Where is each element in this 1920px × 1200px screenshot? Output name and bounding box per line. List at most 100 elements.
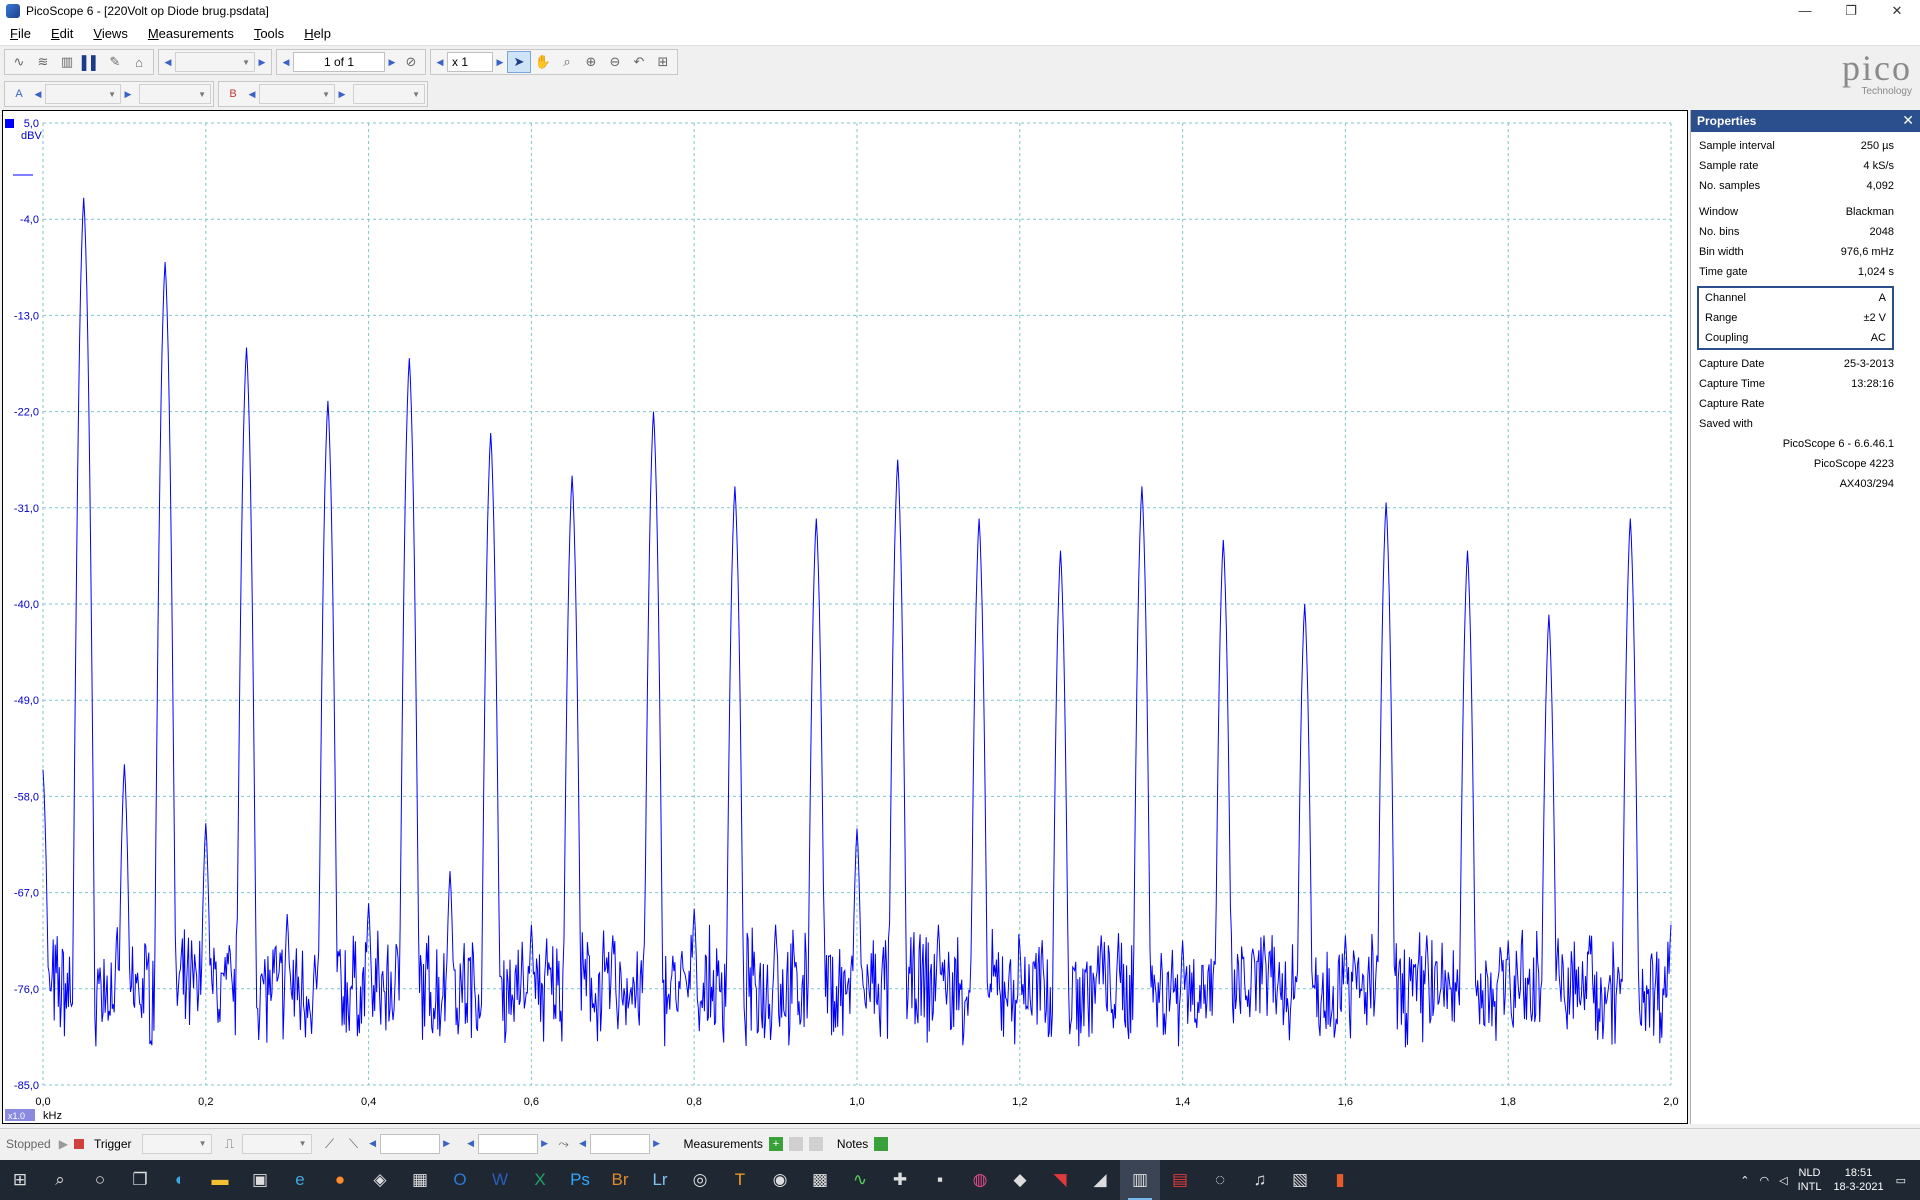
app-icon-10[interactable]: ◆	[1000, 1160, 1040, 1200]
excel-icon[interactable]: X	[520, 1160, 560, 1200]
spectrum-chart[interactable]: 5,0 -4,0 -13,0 -22,0 -31,0 -40,0 -49,0 -58,0 -67…	[3, 111, 1687, 1123]
app-icon-12[interactable]: ◢	[1080, 1160, 1120, 1200]
zoom-in-icon[interactable]: ⊕	[579, 51, 603, 73]
pretrigger-prev[interactable]: ◀	[464, 1133, 478, 1155]
delay-prev[interactable]: ◀	[576, 1133, 590, 1155]
delete-measurement-icon[interactable]	[808, 1136, 823, 1151]
app-icon-7[interactable]: ✚	[880, 1160, 920, 1200]
channel-a-label[interactable]: A	[7, 83, 31, 105]
advanced-trigger-icon[interactable]: ⎍	[218, 1133, 242, 1155]
start-icon[interactable]: ▶	[59, 1137, 68, 1151]
channel-b-coupling-dropdown[interactable]: ▼	[353, 84, 425, 104]
zoom-next-arrow[interactable]: ▶	[493, 51, 507, 73]
hand-tool-icon[interactable]: ✋	[531, 51, 555, 73]
zoom-factor-field[interactable]: x 1	[447, 52, 493, 72]
timebase-dropdown[interactable]: ▼	[175, 52, 255, 72]
photoshop-icon[interactable]: Ps	[560, 1160, 600, 1200]
channel-a-range-next-arrow[interactable]: ▶	[121, 83, 135, 105]
spectrum-active-icon[interactable]: ▌▌	[79, 51, 103, 73]
app-icon-8[interactable]: ▪	[920, 1160, 960, 1200]
channel-a-ruler-marker[interactable]	[5, 119, 14, 128]
app-icon-3[interactable]: T	[720, 1160, 760, 1200]
app-icon-6[interactable]: ∿	[840, 1160, 880, 1200]
app-icon-2[interactable]: ◎	[680, 1160, 720, 1200]
delay-field[interactable]	[589, 1133, 650, 1154]
menu-file[interactable]: File	[10, 26, 31, 41]
calculator-icon[interactable]: ▦	[400, 1160, 440, 1200]
app-icon-11[interactable]: ◥	[1040, 1160, 1080, 1200]
notification-icon[interactable]: ▭	[1896, 1174, 1906, 1187]
app-icon-4[interactable]: ◉	[760, 1160, 800, 1200]
edit-measurement-icon[interactable]	[788, 1136, 803, 1151]
app-icon-9[interactable]: ◍	[960, 1160, 1000, 1200]
notes-icon[interactable]	[874, 1136, 889, 1151]
pretrigger-next[interactable]: ▶	[538, 1133, 552, 1155]
undo-zoom-icon[interactable]: ↶	[627, 51, 651, 73]
task-view-icon[interactable]: ❐	[120, 1160, 160, 1200]
menu-views[interactable]: Views	[93, 26, 127, 41]
trigger-mode-dropdown[interactable]: ▼	[141, 1133, 212, 1154]
delay-next[interactable]: ▶	[650, 1133, 664, 1155]
language-indicator[interactable]: NLD INTL	[1798, 1166, 1822, 1194]
start-menu-icon[interactable]: ⊞	[0, 1160, 40, 1200]
home-icon[interactable]: ⌂	[127, 51, 151, 73]
menu-edit[interactable]: Edit	[51, 26, 73, 41]
channel-a-range-dropdown[interactable]: ▼	[45, 84, 121, 104]
clock[interactable]: 18:51 18-3-2021	[1833, 1166, 1883, 1194]
stop-icon[interactable]	[73, 1138, 84, 1149]
trigger-source-dropdown[interactable]: ▼	[241, 1133, 312, 1154]
trigger-level-prev[interactable]: ◀	[366, 1133, 380, 1155]
trigger-level-field[interactable]	[379, 1133, 440, 1154]
probe-icon[interactable]: ✎	[103, 51, 127, 73]
add-measurement-icon[interactable]: +	[768, 1136, 783, 1151]
scope-mode-icon[interactable]: ∿	[7, 51, 31, 73]
app-icon-5[interactable]: ▩	[800, 1160, 840, 1200]
spectrum-mode-icon[interactable]: ▥	[55, 51, 79, 73]
close-properties-icon[interactable]: ✕	[1902, 112, 1914, 129]
tray-chevron-icon[interactable]: ⌃	[1740, 1174, 1749, 1187]
restore-button[interactable]: ❐	[1828, 0, 1874, 22]
zoom-area-icon[interactable]: ⌕	[555, 51, 579, 73]
app-icon-15[interactable]: ▧	[1280, 1160, 1320, 1200]
store-icon[interactable]: ▣	[240, 1160, 280, 1200]
menu-measurements[interactable]: Measurements	[148, 26, 234, 41]
channel-a-range-prev-arrow[interactable]: ◀	[31, 83, 45, 105]
tray-volume-icon[interactable]: ◁	[1779, 1174, 1787, 1187]
trigger-rising-icon[interactable]: ⟋	[318, 1133, 342, 1155]
app-icon-14[interactable]: ◌	[1200, 1160, 1240, 1200]
cortana-icon[interactable]: ○	[80, 1160, 120, 1200]
channel-b-range-next-arrow[interactable]: ▶	[335, 83, 349, 105]
zoom-out-icon[interactable]: ⊖	[603, 51, 627, 73]
explorer-icon[interactable]: ▬	[200, 1160, 240, 1200]
page-prev-arrow[interactable]: ◀	[279, 51, 293, 73]
lightroom-icon[interactable]: Lr	[640, 1160, 680, 1200]
menu-tools[interactable]: Tools	[254, 26, 284, 41]
channel-b-label[interactable]: B	[221, 83, 245, 105]
trigger-level-next[interactable]: ▶	[440, 1133, 454, 1155]
channel-a-coupling-dropdown[interactable]: ▼	[139, 84, 211, 104]
channel-b-range-dropdown[interactable]: ▼	[259, 84, 335, 104]
zoom-prev-arrow[interactable]: ◀	[433, 51, 447, 73]
app-icon-1[interactable]: ◈	[360, 1160, 400, 1200]
timebase-prev-arrow[interactable]: ◀	[161, 51, 175, 73]
post-trigger-icon[interactable]: ⤳	[552, 1133, 576, 1155]
office-icon[interactable]: ▮	[1320, 1160, 1360, 1200]
ie-icon[interactable]: e	[280, 1160, 320, 1200]
search-icon[interactable]: ⌕	[40, 1160, 80, 1200]
app-icon-13[interactable]: ▤	[1160, 1160, 1200, 1200]
outlook-icon[interactable]: O	[440, 1160, 480, 1200]
spectrum-plot[interactable]: 5,0 -4,0 -13,0 -22,0 -31,0 -40,0 -49,0 -58,0 -67…	[2, 110, 1688, 1124]
page-next-arrow[interactable]: ▶	[385, 51, 399, 73]
edge-icon[interactable]: ◐	[160, 1160, 200, 1200]
navigate-icon[interactable]: ⊘	[399, 51, 423, 73]
word-icon[interactable]: W	[480, 1160, 520, 1200]
picoscope-taskbar-icon[interactable]: ▥	[1120, 1160, 1160, 1200]
trigger-falling-icon[interactable]: ⟍	[342, 1133, 366, 1155]
pretrigger-field[interactable]	[477, 1133, 538, 1154]
menu-help[interactable]: Help	[304, 26, 331, 41]
itunes-icon[interactable]: ♫	[1240, 1160, 1280, 1200]
minimize-button[interactable]: —	[1782, 0, 1828, 22]
tray-network-icon[interactable]: ◠	[1760, 1174, 1770, 1187]
timebase-next-arrow[interactable]: ▶	[255, 51, 269, 73]
pointer-tool-icon[interactable]: ➤	[507, 51, 531, 73]
